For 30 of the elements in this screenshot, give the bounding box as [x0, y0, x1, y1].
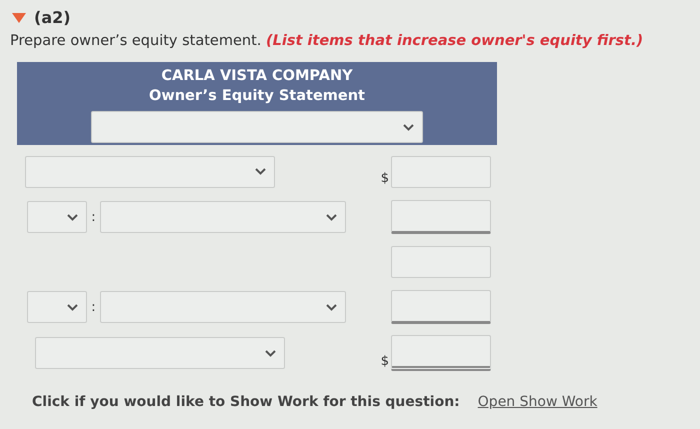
chevron-down-icon	[67, 214, 78, 220]
select-field[interactable]	[100, 201, 346, 233]
open-show-work-link[interactable]: Open Show Work	[478, 394, 598, 410]
select-field[interactable]	[35, 337, 285, 369]
chevron-down-icon	[67, 304, 78, 310]
amount-field[interactable]	[391, 200, 491, 234]
chevron-down-icon	[326, 304, 337, 310]
chevron-down-icon	[326, 214, 337, 220]
instruction-text: Prepare owner’s equity statement. (List items that increase owner's equity first.)	[10, 33, 644, 49]
amount-field[interactable]	[391, 156, 491, 188]
amount-field[interactable]	[391, 246, 491, 278]
triangle-down-icon[interactable]	[12, 12, 26, 22]
amount-field[interactable]	[391, 335, 491, 371]
select-field[interactable]	[27, 291, 87, 323]
select-field[interactable]	[25, 156, 275, 188]
chevron-down-icon	[255, 168, 266, 175]
select-field[interactable]	[27, 201, 87, 233]
part-label: (a2)	[34, 8, 71, 27]
chevron-down-icon	[403, 124, 414, 130]
statement-title: Owner’s Equity Statement	[149, 87, 365, 106]
amount-field[interactable]	[391, 290, 491, 324]
select-field[interactable]	[91, 111, 423, 143]
select-field[interactable]	[100, 291, 346, 323]
dollar-sign: $	[380, 171, 389, 186]
company-name: CARLA VISTA COMPANY	[161, 67, 353, 86]
colon: :	[90, 210, 97, 224]
chevron-down-icon	[265, 350, 276, 356]
dollar-sign: $	[380, 354, 389, 369]
colon: :	[90, 300, 97, 314]
show-work-prompt: Click if you would like to Show Work for this question:	[32, 394, 460, 410]
